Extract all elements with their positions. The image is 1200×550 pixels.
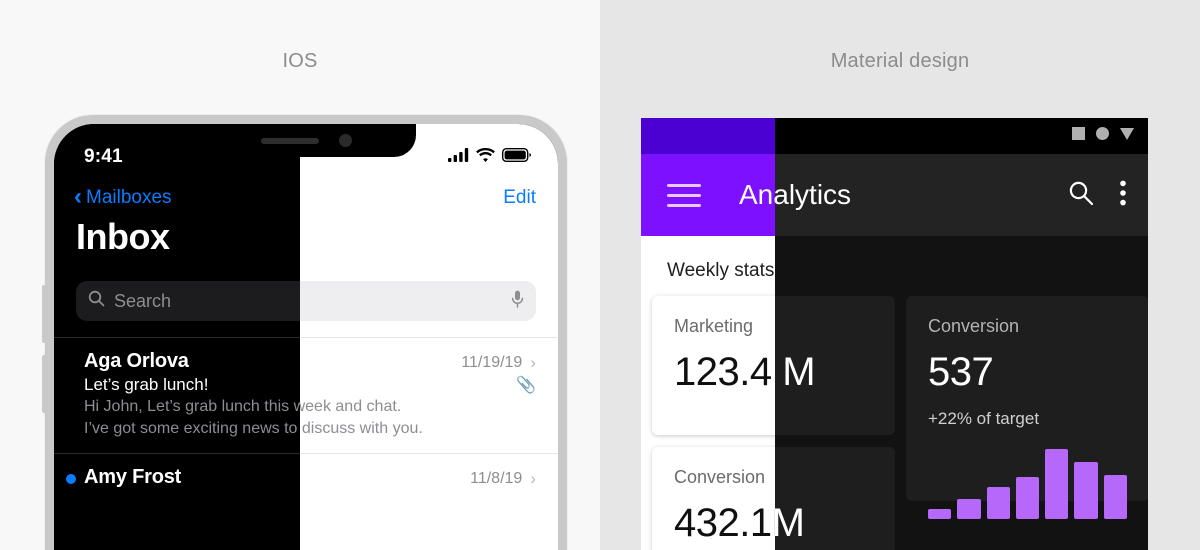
mail-sender: Aga Orlova: [84, 350, 189, 372]
volume-down-button[interactable]: [42, 355, 46, 413]
square-icon: [1072, 127, 1085, 145]
chevron-right-icon: ›: [530, 469, 536, 488]
mail-date: 11/19/19: [461, 354, 523, 371]
iphone-device-frame: 9:41 ‹ Mailboxes Inbox Search Aga Orlova…: [42, 115, 567, 550]
card-value: 537: [928, 350, 994, 394]
status-clock: 9:41: [84, 146, 123, 167]
front-camera: [338, 134, 352, 147]
mail-sender: Amy Frost: [84, 466, 182, 488]
paperclip-icon: 📎: [516, 377, 536, 394]
chart-bar: [928, 509, 952, 519]
chart-bar: [1015, 477, 1040, 519]
material-panel-caption: Material design: [830, 50, 970, 72]
chart-bar: [957, 498, 981, 519]
chevron-left-icon: ‹: [74, 183, 82, 210]
cellular-signal-icon: [448, 147, 469, 167]
battery-icon: [501, 147, 532, 167]
earpiece-speaker: [260, 137, 319, 144]
ios-panel-caption: IOS: [282, 50, 318, 72]
stat-card-conversion-target[interactable]: Conversion 537 +22% of target: [906, 296, 1148, 519]
material-panel: Material design Analytics: [600, 0, 1200, 550]
weekly-bar-chart: [928, 441, 1127, 519]
triangle-down-icon: [1120, 127, 1134, 145]
volume-up-button[interactable]: [42, 285, 46, 343]
search-icon: [88, 290, 105, 312]
page-title: Inbox: [76, 216, 170, 257]
iphone-screen: 9:41 ‹ Mailboxes Inbox Search Aga Orlova…: [54, 124, 558, 550]
iphone-notch: [196, 124, 416, 157]
mail-subject: Let’s grab lunch!: [84, 375, 209, 394]
wifi-icon: [476, 147, 495, 167]
more-vertical-icon[interactable]: [1120, 180, 1126, 211]
search-placeholder: Search: [114, 290, 172, 311]
back-to-mailboxes-button[interactable]: ‹ Mailboxes: [74, 183, 172, 210]
card-subtext: +22% of target: [928, 409, 1040, 428]
edit-button[interactable]: Edit: [503, 187, 536, 209]
circle-icon: [1096, 127, 1109, 145]
chart-bar: [1074, 462, 1098, 519]
back-button-label: Mailboxes: [86, 187, 172, 208]
microphone-icon[interactable]: [511, 290, 524, 313]
mail-date: 11/8/19: [470, 470, 523, 487]
android-device-screen: Analytics Weekly stats Marketing 123.4 M: [641, 118, 1148, 550]
unread-indicator-dot: [66, 474, 76, 484]
chart-bar: [1045, 448, 1069, 519]
chart-bar: [986, 486, 1010, 519]
hamburger-menu-icon[interactable]: [667, 183, 701, 207]
search-icon[interactable]: [1068, 180, 1094, 211]
chevron-right-icon: ›: [530, 353, 536, 372]
card-label: Conversion: [928, 316, 1020, 336]
chart-bar: [1103, 475, 1127, 519]
ios-panel: IOS 9:41 ‹ Mailboxes Inbox Search Aga Or…: [0, 0, 600, 550]
